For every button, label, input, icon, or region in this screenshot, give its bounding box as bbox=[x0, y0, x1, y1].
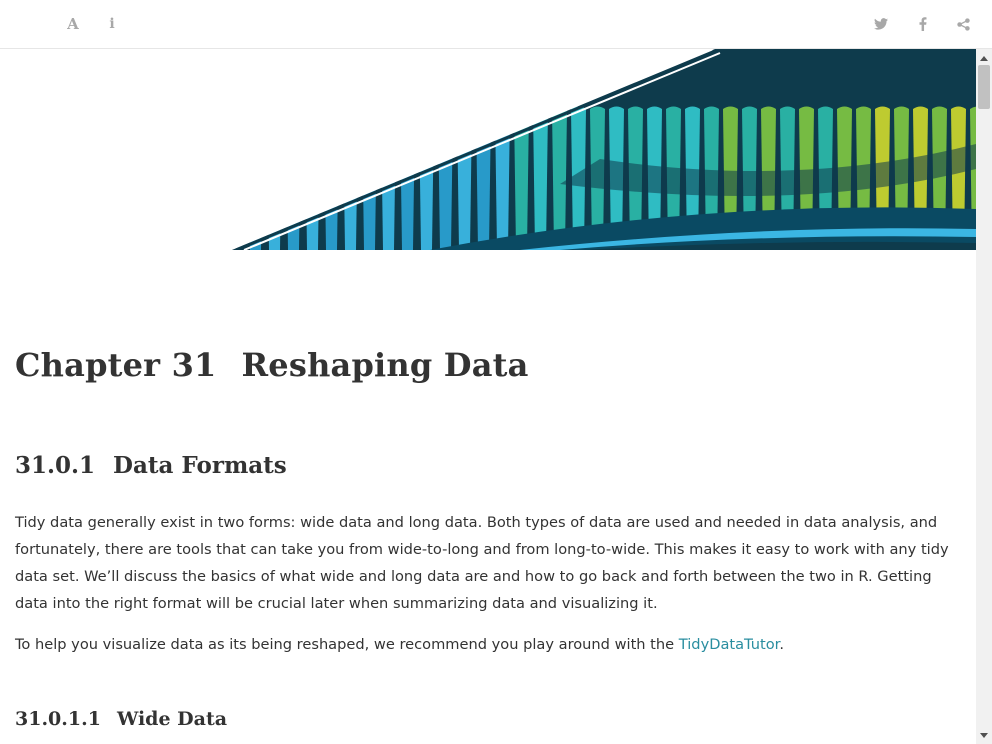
tidydatatutor-paragraph: To help you visualize data as its being … bbox=[15, 631, 965, 658]
banner-stripe bbox=[476, 106, 491, 250]
share-button[interactable] bbox=[951, 12, 975, 36]
banner-stripe bbox=[305, 106, 320, 250]
chapter-number: Chapter 31 bbox=[15, 346, 217, 384]
info-button[interactable]: i bbox=[100, 12, 124, 36]
facebook-share-button[interactable] bbox=[911, 12, 935, 36]
banner-stripe bbox=[324, 106, 339, 250]
banner-stripe bbox=[248, 106, 263, 250]
subsection-number: 31.0.1.1 bbox=[15, 708, 101, 730]
banner-stripe bbox=[362, 106, 377, 250]
subsection-heading: 31.0.1.1 Wide Data bbox=[15, 708, 227, 730]
facebook-icon bbox=[919, 17, 927, 31]
section-title-text: Data Formats bbox=[113, 452, 287, 479]
font-settings-icon: A bbox=[67, 15, 79, 33]
font-settings-button[interactable]: A bbox=[61, 12, 85, 36]
paragraph-text-end: . bbox=[779, 636, 784, 653]
banner-stripe bbox=[438, 106, 453, 250]
section-number: 31.0.1 bbox=[15, 452, 96, 479]
subsection-title-text: Wide Data bbox=[116, 708, 228, 730]
banner-stripe bbox=[495, 106, 510, 250]
banner-stripe bbox=[381, 106, 396, 250]
paragraph-text: To help you visualize data as its being … bbox=[15, 636, 679, 653]
tidydatatutor-link[interactable]: TidyDataTutor bbox=[679, 636, 780, 653]
banner-stripe bbox=[343, 106, 358, 250]
twitter-icon bbox=[874, 18, 888, 30]
scrollbar-thumb[interactable] bbox=[978, 65, 990, 109]
page-scrollbar[interactable] bbox=[976, 49, 992, 744]
twitter-share-button[interactable] bbox=[869, 12, 893, 36]
scroll-up-arrow[interactable] bbox=[976, 51, 992, 65]
chapter-title-text: Reshaping Data bbox=[241, 346, 529, 384]
cover-banner-image bbox=[0, 49, 976, 250]
scroll-down-arrow[interactable] bbox=[976, 728, 992, 742]
chapter-title: Chapter 31 Reshaping Data bbox=[15, 346, 529, 384]
share-icon bbox=[956, 17, 970, 31]
info-icon: i bbox=[109, 16, 115, 32]
intro-paragraph: Tidy data generally exist in two forms: … bbox=[15, 514, 949, 612]
book-toolbar: A i bbox=[0, 0, 992, 49]
section-heading: 31.0.1 Data Formats bbox=[15, 452, 287, 479]
banner-stripe bbox=[419, 106, 434, 250]
banner-stripe bbox=[457, 106, 472, 250]
